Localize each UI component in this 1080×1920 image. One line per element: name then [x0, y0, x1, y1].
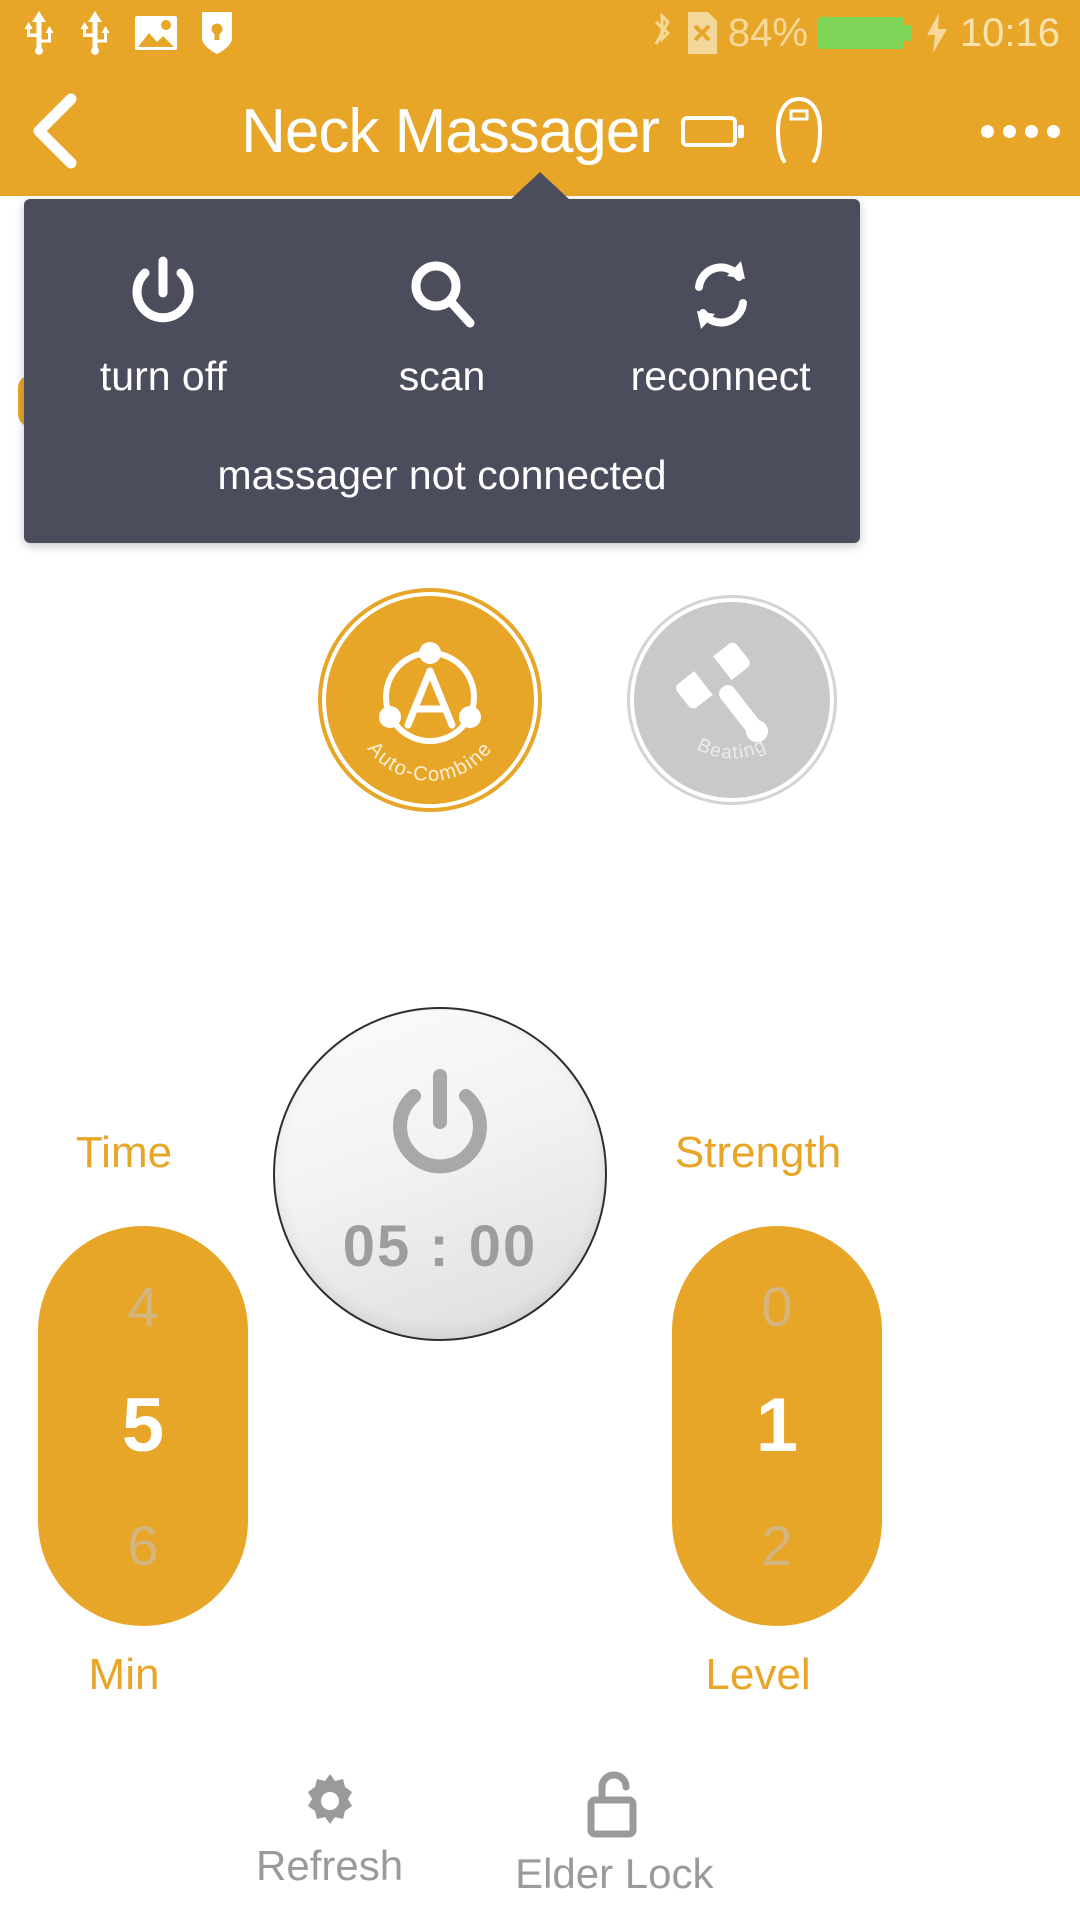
- mode-beating[interactable]: Beating: [630, 598, 834, 802]
- strength-option-prev[interactable]: 0: [761, 1274, 792, 1339]
- refresh-label: Refresh: [256, 1842, 404, 1889]
- panel-pointer: [510, 172, 570, 200]
- time-option-selected[interactable]: 5: [122, 1382, 164, 1469]
- strength-unit-label: Level: [705, 1650, 811, 1699]
- usb-icon: [24, 11, 54, 55]
- app-root: 84% 10:16 Neck Massager turn off scan re…: [0, 0, 1080, 1920]
- turn-off-button[interactable]: turn off: [24, 253, 303, 400]
- elder-lock-button[interactable]: Elder Lock: [515, 1770, 714, 1920]
- reconnect-label: reconnect: [630, 353, 811, 399]
- status-bar: 84% 10:16: [0, 0, 1080, 66]
- more-options-button[interactable]: [960, 124, 1080, 138]
- status-bar-right-icons: 84% 10:16: [648, 11, 1060, 56]
- power-icon: [121, 253, 205, 337]
- charging-bolt-icon: [926, 13, 947, 53]
- mode-auto-combine[interactable]: Auto-Combine: [322, 592, 538, 808]
- clock-label: 10:16: [959, 10, 1060, 55]
- status-bar-left-icons: [22, 11, 234, 55]
- countdown-label: 05 : 00: [342, 1214, 538, 1279]
- neck-massager-icon: [775, 97, 822, 163]
- time-picker[interactable]: 4 5 6: [38, 1226, 248, 1626]
- hammer-icon: [676, 642, 769, 743]
- scan-button[interactable]: scan: [303, 253, 582, 400]
- time-option-next[interactable]: 6: [127, 1513, 158, 1578]
- sim-card-off-icon: [687, 12, 717, 54]
- usb-icon: [80, 11, 110, 55]
- connection-status-text: massager not connected: [217, 452, 667, 498]
- search-icon: [400, 253, 484, 337]
- battery-percent-label: 84%: [727, 10, 808, 55]
- strength-option-next[interactable]: 2: [761, 1513, 792, 1578]
- main-power-button[interactable]: 05 : 00: [273, 1007, 607, 1341]
- gear-icon: [307, 1774, 352, 1824]
- refresh-button[interactable]: Refresh: [256, 1770, 403, 1920]
- battery-icon: [817, 17, 912, 49]
- device-battery-icon: [680, 116, 744, 147]
- bluetooth-icon: [654, 12, 670, 45]
- mode-selector: Auto-Combine Beating: [0, 592, 1080, 832]
- time-title-label: Time: [75, 1128, 173, 1177]
- atom-a-icon: [379, 642, 481, 744]
- lock-open-icon: [587, 1771, 637, 1838]
- strength-picker[interactable]: 0 1 2: [672, 1226, 882, 1626]
- page-title: Neck Massager: [241, 96, 660, 166]
- turn-off-label: turn off: [99, 353, 227, 399]
- more-dots-icon: [980, 124, 1060, 138]
- gallery-icon: [135, 16, 177, 50]
- reconnect-button[interactable]: reconnect: [581, 253, 860, 400]
- back-button[interactable]: [0, 93, 110, 169]
- panel-action-row: turn off scan reconnect: [24, 199, 860, 400]
- bottom-bar: Refresh Elder Lock: [0, 1770, 1080, 1920]
- title-group: Neck Massager: [110, 95, 960, 167]
- back-chevron-icon: [33, 93, 77, 169]
- power-icon: [376, 1064, 504, 1197]
- shield-lock-icon: [202, 12, 232, 54]
- reconnect-icon: [679, 253, 763, 337]
- connection-panel: turn off scan reconnect massager not con…: [24, 199, 860, 543]
- time-unit-label: Min: [88, 1650, 160, 1699]
- strength-title-label: Strength: [674, 1128, 842, 1177]
- strength-option-selected[interactable]: 1: [756, 1382, 798, 1469]
- elder-lock-label: Elder Lock: [515, 1850, 714, 1897]
- scan-label: scan: [398, 353, 486, 399]
- time-option-prev[interactable]: 4: [127, 1274, 158, 1339]
